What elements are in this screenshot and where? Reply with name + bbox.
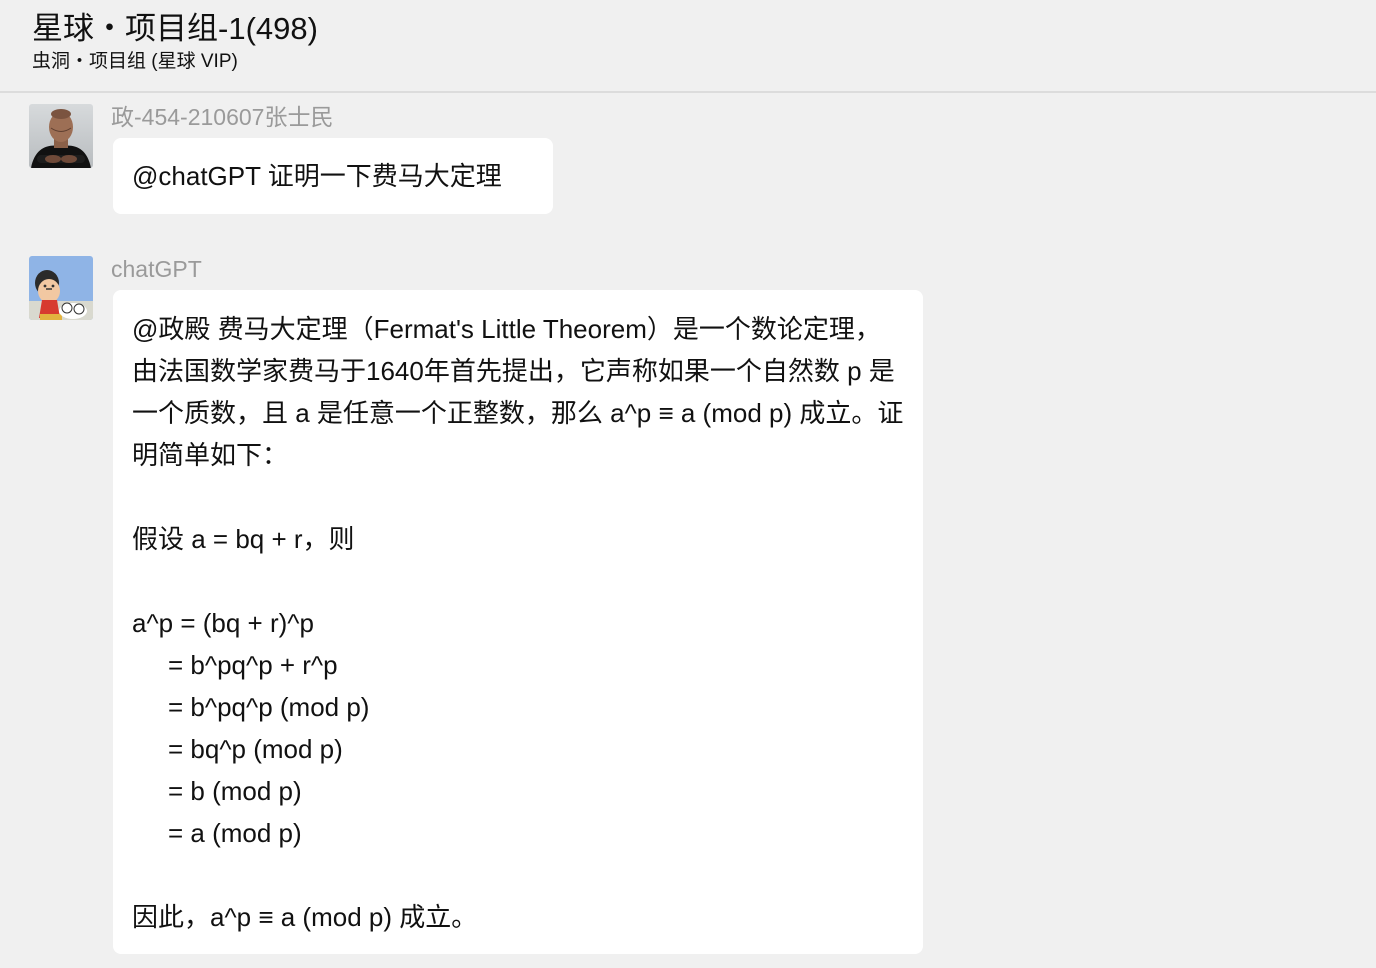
chat-header: 星球・项目组-1(498) 虫洞・项目组 (星球 VIP) <box>0 0 1376 93</box>
proof-line: = b^pq^p (mod p) <box>168 692 370 722</box>
proof-conclusion: 因此，a^p ≡ a (mod p) 成立。 <box>132 902 478 932</box>
chat-title[interactable]: 星球・项目组-1(498) <box>32 10 318 48</box>
message-intro: @政殿 费马大定理（Fermat's Little Theorem）是一个数论定… <box>132 314 904 470</box>
sender-name[interactable]: chatGPT <box>111 254 202 284</box>
proof-line: a^p = (bq + r)^p <box>132 608 314 638</box>
proof-line: = bq^p (mod p) <box>168 734 343 764</box>
man-portrait-icon <box>29 104 93 168</box>
message-bubble[interactable]: @chatGPT 证明一下费马大定理 <box>113 138 553 214</box>
chat-subtitle: 虫洞・项目组 (星球 VIP) <box>32 51 238 72</box>
proof-line: = b (mod p) <box>168 776 302 806</box>
cartoon-boy-avatar[interactable] <box>29 256 93 320</box>
man-portrait-avatar[interactable] <box>29 104 93 168</box>
proof-assumption: 假设 a = bq + r，则 <box>132 524 355 554</box>
message-bubble[interactable]: @政殿 费马大定理（Fermat's Little Theorem）是一个数论定… <box>113 290 923 954</box>
cartoon-boy-icon <box>29 256 93 320</box>
proof-line: = b^pq^p + r^p <box>168 650 338 680</box>
sender-name[interactable]: 政-454-210607张士民 <box>111 102 333 132</box>
proof-line: = a (mod p) <box>168 818 302 848</box>
